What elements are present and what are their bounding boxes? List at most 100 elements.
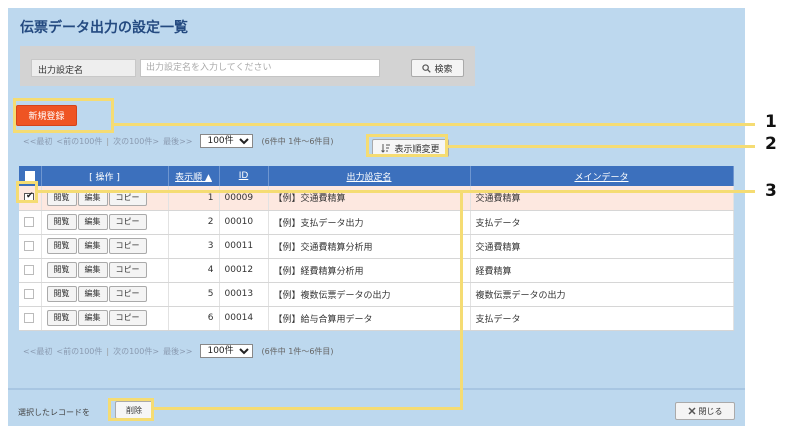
pager-prev-link[interactable]: <前の100件 (56, 346, 102, 357)
row-actions: 閲覧 編集 コピー (41, 258, 169, 283)
order-sort-link[interactable]: 表示順 ▲ (175, 173, 212, 183)
search-area: 出力設定名 検索 (20, 46, 475, 86)
table-header-row: [ 操作 ] 表示順 ▲ ID 出力設定名 メインデータ (19, 166, 734, 186)
row-checkbox[interactable] (24, 312, 34, 323)
pager-next-link[interactable]: 次の100件> (113, 346, 159, 357)
per-page-select[interactable]: 100件 (200, 344, 254, 358)
view-button[interactable]: 閲覧 (46, 262, 77, 278)
row-main-data: 交通費精算 (470, 234, 734, 259)
per-page-select[interactable]: 100件 (200, 134, 254, 148)
name-sort-link[interactable]: 出力設定名 (346, 173, 391, 183)
pager-first-link[interactable]: <<最初 (23, 346, 52, 357)
edit-button[interactable]: 編集 (77, 238, 108, 254)
row-actions: 閲覧 編集 コピー (41, 234, 169, 259)
settings-panel: 伝票データ出力の設定一覧 出力設定名 検索 新規登録 <<最初 <前の100件 … (8, 8, 745, 426)
view-button[interactable]: 閲覧 (46, 310, 77, 326)
select-all-header[interactable] (19, 166, 42, 186)
callout-number-2: 2 (765, 134, 777, 154)
copy-button[interactable]: コピー (108, 310, 147, 326)
new-registration-button[interactable]: 新規登録 (16, 105, 77, 126)
row-order: 2 (168, 210, 220, 235)
ops-header: [ 操作 ] (41, 166, 169, 186)
order-header[interactable]: 表示順 ▲ (168, 166, 220, 186)
row-order: 3 (168, 234, 220, 259)
sort-order-label: 表示順変更 (394, 144, 440, 155)
callout-number-1: 1 (765, 112, 777, 132)
callout-line-3-bottom (154, 407, 463, 410)
row-name: 【例】支払データ出力 (268, 210, 471, 235)
table-row[interactable]: 閲覧 編集 コピー 3 00011 【例】交通費精算分析用 交通費精算 (19, 234, 734, 259)
select-all-checkbox[interactable] (24, 170, 35, 181)
main-data-sort-link[interactable]: メインデータ (574, 173, 628, 183)
row-checkbox-cell[interactable] (19, 306, 42, 331)
row-id: 00012 (219, 258, 269, 283)
edit-button[interactable]: 編集 (77, 310, 108, 326)
row-checkbox[interactable] (24, 288, 34, 299)
search-button[interactable]: 検索 (411, 59, 464, 77)
pager-bottom: <<最初 <前の100件 | 次の100件> 最後>> 100件 (6件中 1件… (23, 344, 334, 358)
close-button-label: 閉じる (698, 406, 723, 416)
row-checkbox[interactable] (24, 191, 34, 203)
row-main-data: 経費精算 (470, 258, 734, 283)
copy-button[interactable]: コピー (108, 238, 147, 254)
pager-prev-link[interactable]: <前の100件 (56, 136, 102, 147)
row-main-data: 複数伝票データの出力 (470, 282, 734, 307)
row-name: 【例】給与合算用データ (268, 306, 471, 331)
row-name: 【例】交通費精算分析用 (268, 234, 471, 259)
id-sort-link[interactable]: ID (239, 171, 249, 181)
row-actions: 閲覧 編集 コピー (41, 210, 169, 235)
search-label: 出力設定名 (31, 59, 136, 77)
sort-icon (381, 144, 391, 153)
search-button-label: 検索 (434, 64, 453, 75)
row-checkbox-cell[interactable] (19, 258, 42, 283)
callout-number-3: 3 (765, 181, 777, 201)
pager-top: <<最初 <前の100件 | 次の100件> 最後>> 100件 (6件中 1件… (23, 134, 334, 148)
pager-separator: | (106, 136, 110, 146)
callout-line-3 (38, 190, 755, 193)
edit-button[interactable]: 編集 (77, 262, 108, 278)
search-input[interactable] (140, 59, 380, 77)
main-data-header[interactable]: メインデータ (470, 166, 734, 186)
row-checkbox-cell[interactable] (19, 210, 42, 235)
close-button[interactable]: 閉じる (675, 402, 735, 420)
callout-line-1 (114, 123, 755, 126)
row-id: 00013 (219, 282, 269, 307)
row-checkbox[interactable] (24, 216, 34, 227)
row-actions: 閲覧 編集 コピー (41, 306, 169, 331)
view-button[interactable]: 閲覧 (46, 286, 77, 302)
name-header[interactable]: 出力設定名 (268, 166, 471, 186)
row-checkbox[interactable] (24, 264, 34, 275)
row-checkbox[interactable] (24, 240, 34, 251)
copy-button[interactable]: コピー (108, 214, 147, 230)
row-id: 00010 (219, 210, 269, 235)
copy-button[interactable]: コピー (108, 262, 147, 278)
row-checkbox-cell[interactable] (19, 282, 42, 307)
table-row[interactable]: 閲覧 編集 コピー 4 00012 【例】経費精算分析用 経費精算 (19, 258, 734, 283)
pager-last-link[interactable]: 最後>> (163, 346, 192, 357)
pager-last-link[interactable]: 最後>> (163, 136, 192, 147)
copy-button[interactable]: コピー (108, 286, 147, 302)
view-button[interactable]: 閲覧 (46, 214, 77, 230)
edit-button[interactable]: 編集 (77, 286, 108, 302)
row-main-data: 支払データ (470, 306, 734, 331)
selected-records-label: 選択したレコードを (18, 408, 90, 417)
view-button[interactable]: 閲覧 (46, 238, 77, 254)
record-count: (6件中 1件〜6件目) (261, 136, 334, 146)
callout-line-3-vertical (460, 191, 463, 410)
row-order: 4 (168, 258, 220, 283)
row-id: 00011 (219, 234, 269, 259)
table-row[interactable]: 閲覧 編集 コピー 6 00014 【例】給与合算用データ 支払データ (19, 306, 734, 331)
row-order: 6 (168, 306, 220, 331)
callout-line-2 (448, 145, 755, 148)
pager-first-link[interactable]: <<最初 (23, 136, 52, 147)
table-row[interactable]: 閲覧 編集 コピー 5 00013 【例】複数伝票データの出力 複数伝票データの出力 (19, 282, 734, 307)
pager-next-link[interactable]: 次の100件> (113, 136, 159, 147)
table-row[interactable]: 閲覧 編集 コピー 2 00010 【例】支払データ出力 支払データ (19, 210, 734, 235)
close-icon (687, 407, 696, 415)
row-checkbox-cell[interactable] (19, 234, 42, 259)
search-icon (422, 63, 432, 73)
edit-button[interactable]: 編集 (77, 214, 108, 230)
id-header[interactable]: ID (219, 166, 269, 186)
delete-button[interactable]: 削除 (115, 401, 153, 419)
sort-order-button[interactable]: 表示順変更 (372, 139, 449, 157)
